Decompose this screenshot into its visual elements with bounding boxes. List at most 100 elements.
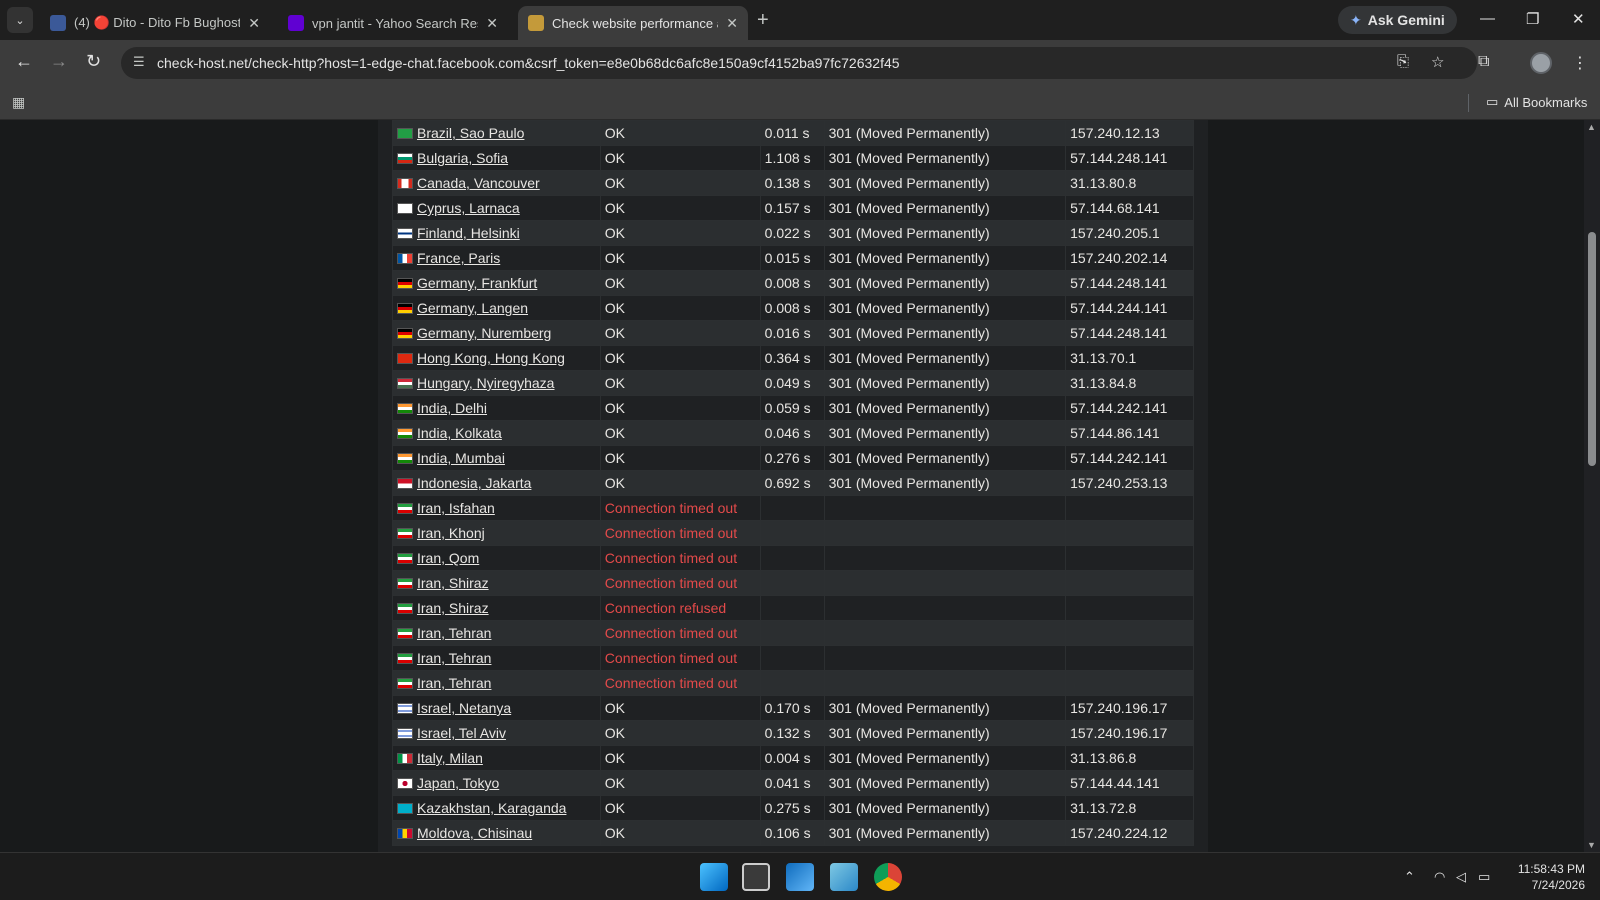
location-cell: Germany, Langen: [392, 295, 601, 321]
location-link[interactable]: Germany, Frankfurt: [417, 275, 537, 291]
location-link[interactable]: Iran, Tehran: [417, 650, 491, 666]
volume-icon[interactable]: ◁: [1456, 869, 1466, 885]
back-arrow-icon[interactable]: ←: [15, 51, 33, 72]
result-cell: OK: [599, 320, 761, 346]
status-code-cell: 301 (Moved Permanently): [823, 395, 1067, 421]
show-hidden-icons-chevron-icon[interactable]: ⌃: [1404, 869, 1415, 885]
extensions-puzzle-icon[interactable]: ⧉: [1478, 53, 1489, 71]
location-cell: Moldova, Chisinau: [392, 820, 601, 846]
bookmark-star-icon[interactable]: ☆: [1431, 53, 1444, 71]
status-code-cell: 301 (Moved Permanently): [823, 745, 1067, 771]
time-cell: 0.015 s: [759, 245, 825, 271]
location-link[interactable]: Kazakhstan, Karaganda: [417, 800, 566, 816]
result-cell: OK: [599, 120, 761, 146]
snipping-tool-icon[interactable]: [742, 863, 770, 891]
flag-de-icon: [397, 278, 413, 289]
location-link[interactable]: Brazil, Sao Paulo: [417, 125, 524, 141]
flag-ir-icon: [397, 553, 413, 564]
scrollbar-thumb[interactable]: [1588, 232, 1596, 466]
location-link[interactable]: Iran, Khonj: [417, 525, 485, 541]
result-cell: OK: [599, 370, 761, 396]
table-row: Bulgaria, Sofia OK 1.108 s 301 (Moved Perma…: [392, 145, 1194, 171]
scroll-down-icon[interactable]: ▼: [1587, 840, 1596, 850]
table-row: Hungary, Nyiregyhaza OK 0.049 s 301 (Moved …: [392, 370, 1194, 396]
location-link[interactable]: India, Delhi: [417, 400, 487, 416]
page-scrollbar[interactable]: ▲ ▼: [1584, 120, 1600, 852]
tab-check-host[interactable]: Check website performance and ✕: [518, 6, 748, 40]
location-cell: Hungary, Nyiregyhaza: [392, 370, 601, 396]
battery-icon[interactable]: ▭: [1478, 869, 1490, 885]
location-link[interactable]: Iran, Qom: [417, 550, 479, 566]
location-link[interactable]: Indonesia, Jakarta: [417, 475, 531, 491]
system-clock[interactable]: 11:58:43 PM 7/24/2026: [1510, 861, 1585, 893]
profile-avatar[interactable]: [1530, 52, 1552, 74]
location-link[interactable]: Israel, Netanya: [417, 700, 511, 716]
location-link[interactable]: Finland, Helsinki: [417, 225, 520, 241]
windows-taskbar: ⌃ ◠ ◁ ▭ 11:58:43 PM 7/24/2026: [0, 852, 1600, 900]
new-tab-plus-icon[interactable]: +: [757, 9, 769, 32]
flag-ir-icon: [397, 628, 413, 639]
flag-kz-icon: [397, 803, 413, 814]
restore-icon[interactable]: ❐: [1526, 10, 1539, 28]
flag-br-icon: [397, 128, 413, 139]
location-link[interactable]: Moldova, Chisinau: [417, 825, 532, 841]
address-bar[interactable]: ☰ check-host.net/check-http?host=1-edge-…: [121, 47, 1477, 79]
table-row: Iran, Shiraz Connection timed out: [392, 570, 1194, 596]
mail-icon[interactable]: [786, 863, 814, 891]
minimize-icon[interactable]: —: [1480, 10, 1495, 27]
tab-dito[interactable]: (4) 🔴 Dito - Dito Fb Bughost | ✕: [40, 6, 270, 40]
check-host-favicon-icon: [528, 15, 544, 31]
close-icon[interactable]: ✕: [486, 15, 498, 32]
apps-grid-icon[interactable]: ▦: [12, 94, 25, 111]
notepad-icon[interactable]: [830, 863, 858, 891]
clock-date: 7/24/2026: [1531, 878, 1585, 892]
location-link[interactable]: Iran, Shiraz: [417, 575, 489, 591]
location-link[interactable]: India, Mumbai: [417, 450, 505, 466]
install-app-icon[interactable]: ⎘: [1397, 53, 1409, 70]
location-link[interactable]: Hong Kong, Hong Kong: [417, 350, 565, 366]
windows-start-icon[interactable]: [700, 863, 728, 891]
close-window-icon[interactable]: ✕: [1572, 10, 1585, 28]
tab-yahoo[interactable]: vpn jantit - Yahoo Search Result ✕: [278, 6, 508, 40]
time-cell: 0.004 s: [759, 745, 825, 771]
location-link[interactable]: France, Paris: [417, 250, 500, 266]
reload-icon[interactable]: ↻: [86, 51, 101, 72]
forward-arrow-icon[interactable]: →: [50, 51, 68, 72]
location-link[interactable]: Germany, Nuremberg: [417, 325, 551, 341]
location-link[interactable]: Hungary, Nyiregyhaza: [417, 375, 554, 391]
table-row: France, Paris OK 0.015 s 301 (Moved Permane…: [392, 245, 1194, 271]
scroll-up-icon[interactable]: ▲: [1587, 122, 1596, 132]
flag-ca-icon: [397, 178, 413, 189]
flag-ir-icon: [397, 678, 413, 689]
all-bookmarks-button[interactable]: ▭ All Bookmarks: [1486, 94, 1587, 110]
location-link[interactable]: Japan, Tokyo: [417, 775, 499, 791]
result-cell: OK: [599, 195, 761, 221]
tab-title: vpn jantit - Yahoo Search Result: [312, 15, 478, 31]
more-menu-icon[interactable]: ⋮: [1572, 53, 1588, 73]
close-icon[interactable]: ✕: [248, 15, 260, 32]
location-link[interactable]: Italy, Milan: [417, 750, 483, 766]
location-link[interactable]: Germany, Langen: [417, 300, 528, 316]
tab-search-button[interactable]: ⌄: [7, 7, 33, 33]
table-row: Israel, Netanya OK 0.170 s 301 (Moved Perma…: [392, 695, 1194, 721]
location-link[interactable]: Iran, Isfahan: [417, 500, 495, 516]
location-link[interactable]: Iran, Shiraz: [417, 600, 489, 616]
time-cell: [759, 570, 825, 596]
location-link[interactable]: Israel, Tel Aviv: [417, 725, 506, 741]
location-link[interactable]: Iran, Tehran: [417, 625, 491, 641]
location-link[interactable]: India, Kolkata: [417, 425, 502, 441]
status-code-cell: 301 (Moved Permanently): [823, 470, 1067, 496]
result-cell: Connection refused: [599, 595, 761, 621]
ip-cell: 57.144.248.141: [1065, 145, 1194, 171]
wifi-icon[interactable]: ◠: [1434, 869, 1445, 885]
site-info-icon[interactable]: ☰: [133, 54, 145, 70]
close-icon[interactable]: ✕: [726, 15, 738, 32]
url-text: check-host.net/check-http?host=1-edge-ch…: [157, 55, 900, 71]
status-code-cell: 301 (Moved Permanently): [823, 145, 1067, 171]
location-link[interactable]: Bulgaria, Sofia: [417, 150, 508, 166]
location-link[interactable]: Cyprus, Larnaca: [417, 200, 520, 216]
ask-gemini-button[interactable]: ✦ Ask Gemini: [1338, 6, 1457, 34]
location-link[interactable]: Iran, Tehran: [417, 675, 491, 691]
location-link[interactable]: Canada, Vancouver: [417, 175, 540, 191]
chrome-icon[interactable]: [874, 863, 902, 891]
